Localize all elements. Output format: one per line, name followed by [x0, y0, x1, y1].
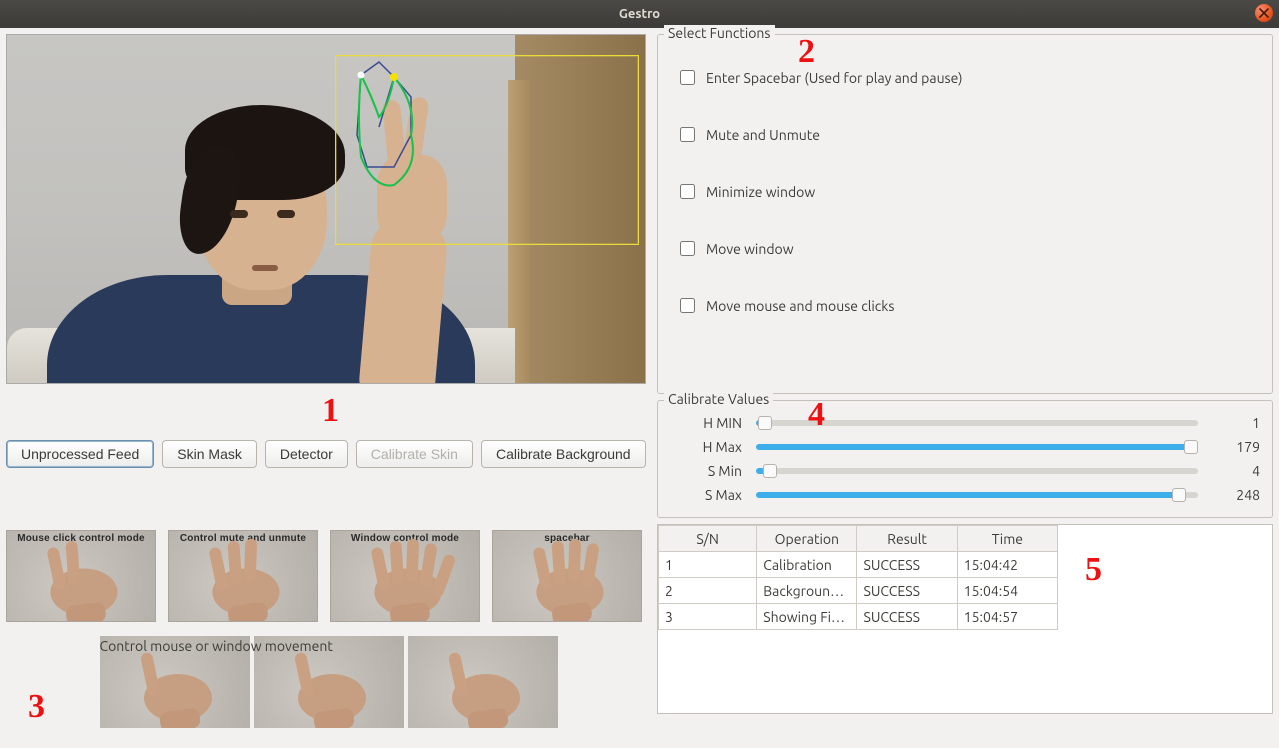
function-checkbox[interactable]	[680, 70, 695, 85]
log-table: S/NOperationResultTime 1CalibrationSUCCE…	[658, 525, 1058, 630]
calibrate-slider[interactable]	[756, 444, 1198, 450]
camera-feed	[6, 34, 646, 384]
log-header: Operation	[757, 526, 857, 552]
log-header: S/N	[659, 526, 757, 552]
function-label: Move window	[706, 241, 794, 257]
function-label: Mute and Unmute	[706, 127, 820, 143]
log-cell: SUCCESS	[857, 578, 957, 604]
callout-5: 5	[1085, 551, 1102, 589]
close-icon[interactable]	[1255, 4, 1273, 22]
callout-1: 1	[322, 392, 339, 430]
calibrate-background-button[interactable]: Calibrate Background	[481, 440, 646, 468]
calibrate-values-group: Calibrate Values 4 H MIN1H Max179S Min4S…	[657, 400, 1273, 518]
calibrate-values-legend: Calibrate Values	[664, 391, 773, 407]
callout-2: 2	[798, 33, 815, 71]
log-header: Result	[857, 526, 957, 552]
function-option: Enter Spacebar (Used for play and pause)	[676, 67, 1260, 88]
function-label: Minimize window	[706, 184, 815, 200]
calibrate-slider[interactable]	[756, 492, 1198, 498]
log-cell: 2	[659, 578, 757, 604]
function-checkbox[interactable]	[680, 298, 695, 313]
function-option: Minimize window	[676, 181, 1260, 202]
log-cell: 15:04:57	[957, 604, 1057, 630]
function-option: Move window	[676, 238, 1260, 259]
detector-button[interactable]: Detector	[265, 440, 348, 468]
unprocessed-feed-button[interactable]: Unprocessed Feed	[6, 440, 154, 468]
table-row[interactable]: 1CalibrationSUCCESS15:04:42	[659, 552, 1058, 578]
log-cell: 3	[659, 604, 757, 630]
log-cell: Showing Fi…	[757, 604, 857, 630]
log-cell: 15:04:54	[957, 578, 1057, 604]
calibrate-value: 179	[1212, 439, 1260, 455]
calibrate-label: H MIN	[670, 415, 742, 431]
log-cell: Backgroun…	[757, 578, 857, 604]
function-checkbox[interactable]	[680, 184, 695, 199]
gesture-thumb: Mouse click control mode	[6, 530, 156, 622]
table-row[interactable]: 3Showing Fi…SUCCESS15:04:57	[659, 604, 1058, 630]
function-option: Move mouse and mouse clicks	[676, 295, 1260, 316]
calibrate-value: 1	[1212, 415, 1260, 431]
calibrate-row: H Max 179	[670, 435, 1260, 459]
calibrate-label: S Max	[670, 487, 742, 503]
titlebar: Gestro	[0, 0, 1279, 28]
function-label: Move mouse and mouse clicks	[706, 298, 894, 314]
calibrate-row: S Min 4	[670, 459, 1260, 483]
gesture-thumb: Control mute and unmute	[168, 530, 318, 622]
calibrate-skin-button: Calibrate Skin	[356, 440, 473, 468]
function-label: Enter Spacebar (Used for play and pause)	[706, 70, 963, 86]
skin-mask-button[interactable]: Skin Mask	[162, 440, 257, 468]
window-title: Gestro	[619, 7, 660, 21]
calibrate-value: 4	[1212, 463, 1260, 479]
table-row[interactable]: 2Backgroun…SUCCESS15:04:54	[659, 578, 1058, 604]
function-option: Mute and Unmute	[676, 124, 1260, 145]
calibrate-slider[interactable]	[756, 420, 1198, 426]
calibrate-slider[interactable]	[756, 468, 1198, 474]
roi-box	[335, 55, 639, 245]
calibrate-value: 248	[1212, 487, 1260, 503]
calibrate-row: H MIN 1	[670, 411, 1260, 435]
log-header: Time	[957, 526, 1057, 552]
calibrate-label: S Min	[670, 463, 742, 479]
calibrate-label: H Max	[670, 439, 742, 455]
function-checkbox[interactable]	[680, 241, 695, 256]
log-cell: SUCCESS	[857, 552, 957, 578]
log-panel: 5 S/NOperationResultTime 1CalibrationSUC…	[657, 524, 1273, 714]
log-cell: 15:04:42	[957, 552, 1057, 578]
gesture-thumb: Window control mode	[330, 530, 480, 622]
gesture-thumbnails: Mouse click control mode Control mute an…	[6, 530, 651, 742]
function-checkbox[interactable]	[680, 127, 695, 142]
gesture-thumb-label: Control mouse or window movement	[100, 638, 558, 654]
log-cell: SUCCESS	[857, 604, 957, 630]
log-cell: Calibration	[757, 552, 857, 578]
select-functions-group: Select Functions 2 Enter Spacebar (Used …	[657, 34, 1273, 394]
log-cell: 1	[659, 552, 757, 578]
calibrate-row: S Max 248	[670, 483, 1260, 507]
gesture-thumb: spacebar	[492, 530, 642, 622]
select-functions-legend: Select Functions	[664, 25, 775, 41]
